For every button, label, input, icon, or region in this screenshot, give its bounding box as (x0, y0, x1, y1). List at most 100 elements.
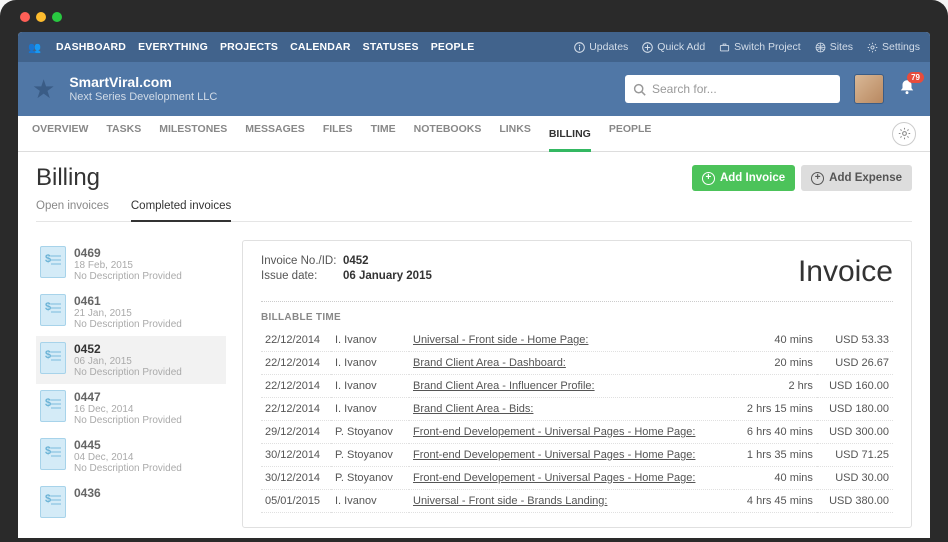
nav-everything[interactable]: EVERYTHING (138, 41, 208, 53)
bill-date: 30/12/2014 (261, 444, 331, 467)
nav-switch-project[interactable]: Switch Project (719, 41, 801, 53)
invoice-list-item[interactable]: 044504 Dec, 2014No Description Provided (36, 432, 226, 480)
bill-task[interactable]: Brand Client Area - Bids: (409, 398, 734, 421)
add-expense-button[interactable]: +Add Expense (801, 165, 912, 191)
billable-time-heading: BILLABLE TIME (261, 312, 893, 323)
invoice-no-value: 0452 (343, 255, 369, 267)
plus-circle-icon: + (702, 172, 715, 185)
invoice-desc: No Description Provided (74, 463, 182, 474)
invoice-no-label: Invoice No./ID: (261, 255, 343, 267)
nav-calendar[interactable]: CALENDAR (290, 41, 351, 53)
billable-time-table: 22/12/2014I. IvanovUniversal - Front sid… (261, 329, 893, 513)
billable-row: 22/12/2014I. IvanovUniversal - Front sid… (261, 329, 893, 352)
bill-date: 22/12/2014 (261, 375, 331, 398)
bill-date: 30/12/2014 (261, 467, 331, 490)
tab-links[interactable]: LINKS (499, 123, 531, 145)
tab-files[interactable]: FILES (323, 123, 353, 145)
avatar[interactable] (854, 74, 884, 104)
bill-person: I. Ivanov (331, 398, 409, 421)
invoice-heading: Invoice (798, 255, 893, 289)
billable-row: 29/12/2014P. StoyanovFront-end Developem… (261, 421, 893, 444)
nav-dashboard[interactable]: DASHBOARD (56, 41, 126, 53)
notifications-button[interactable]: 79 (898, 78, 916, 101)
star-icon: ★ (32, 74, 55, 105)
nav-projects[interactable]: PROJECTS (220, 41, 278, 53)
bill-duration: 40 mins (734, 467, 817, 490)
tab-notebooks[interactable]: NOTEBOOKS (414, 123, 482, 145)
bill-duration: 2 hrs (734, 375, 817, 398)
bill-amount: USD 160.00 (817, 375, 893, 398)
zoom-dot[interactable] (52, 12, 62, 22)
bill-amount: USD 380.00 (817, 490, 893, 513)
invoice-desc: No Description Provided (74, 415, 182, 426)
bill-duration: 6 hrs 40 mins (734, 421, 817, 444)
bill-amount: USD 30.00 (817, 467, 893, 490)
bill-task[interactable]: Front-end Developement - Universal Pages… (409, 467, 734, 490)
search-placeholder: Search for... (652, 82, 717, 96)
invoice-date: 21 Jan, 2015 (74, 308, 182, 319)
subnav-settings-button[interactable] (892, 122, 916, 146)
bill-duration: 2 hrs 15 mins (734, 398, 817, 421)
bill-task[interactable]: Front-end Developement - Universal Pages… (409, 421, 734, 444)
close-dot[interactable] (20, 12, 30, 22)
project-subnav: OVERVIEW TASKS MILESTONES MESSAGES FILES… (18, 116, 930, 152)
invoice-desc: No Description Provided (74, 319, 182, 330)
invoice-list-item[interactable]: 045206 Jan, 2015No Description Provided (36, 336, 226, 384)
invoice-list-item[interactable]: 046918 Feb, 2015No Description Provided (36, 240, 226, 288)
gear-icon (867, 42, 878, 53)
bill-amount: USD 71.25 (817, 444, 893, 467)
invoice-icon (40, 438, 66, 470)
bill-task[interactable]: Universal - Front side - Brands Landing: (409, 490, 734, 513)
bill-date: 22/12/2014 (261, 329, 331, 352)
invoice-date: 18 Feb, 2015 (74, 260, 182, 271)
invoice-number: 0447 (74, 390, 182, 404)
gear-icon (898, 127, 911, 140)
bill-amount: USD 53.33 (817, 329, 893, 352)
nav-people[interactable]: PEOPLE (431, 41, 475, 53)
invoice-date: 06 Jan, 2015 (74, 356, 182, 367)
nav-statuses[interactable]: STATUSES (363, 41, 419, 53)
bill-task[interactable]: Universal - Front side - Home Page: (409, 329, 734, 352)
nav-settings[interactable]: Settings (867, 41, 920, 53)
bill-person: I. Ivanov (331, 375, 409, 398)
bill-person: P. Stoyanov (331, 444, 409, 467)
tab-overview[interactable]: OVERVIEW (32, 123, 88, 145)
window-controls (18, 12, 930, 22)
billable-row: 30/12/2014P. StoyanovFront-end Developem… (261, 467, 893, 490)
bill-person: I. Ivanov (331, 352, 409, 375)
invoice-list-item[interactable]: 044716 Dec, 2014No Description Provided (36, 384, 226, 432)
tab-people[interactable]: PEOPLE (609, 123, 652, 145)
info-icon (574, 42, 585, 53)
nav-updates[interactable]: Updates (574, 41, 628, 53)
invoice-list-item[interactable]: 046121 Jan, 2015No Description Provided (36, 288, 226, 336)
project-title: SmartViral.com (69, 74, 217, 91)
bill-task[interactable]: Brand Client Area - Dashboard: (409, 352, 734, 375)
bill-date: 29/12/2014 (261, 421, 331, 444)
nav-sites[interactable]: Sites (815, 41, 853, 53)
nav-quick-add[interactable]: Quick Add (642, 41, 705, 53)
bill-person: I. Ivanov (331, 329, 409, 352)
search-input[interactable]: Search for... (625, 75, 840, 103)
tab-messages[interactable]: MESSAGES (245, 123, 305, 145)
invoice-desc: No Description Provided (74, 367, 182, 378)
people-icon[interactable]: 👥 (28, 41, 44, 54)
minimize-dot[interactable] (36, 12, 46, 22)
project-subtitle: Next Series Development LLC (69, 91, 217, 104)
invoice-list-item[interactable]: 0436 (36, 480, 226, 524)
bill-amount: USD 26.67 (817, 352, 893, 375)
plus-circle-icon: + (811, 172, 824, 185)
bill-task[interactable]: Front-end Developement - Universal Pages… (409, 444, 734, 467)
invoice-icon (40, 486, 66, 518)
invoice-date: 16 Dec, 2014 (74, 404, 182, 415)
bill-amount: USD 180.00 (817, 398, 893, 421)
tab-billing[interactable]: BILLING (549, 128, 591, 152)
project-brand[interactable]: SmartViral.com Next Series Development L… (69, 74, 217, 104)
bill-task[interactable]: Brand Client Area - Influencer Profile: (409, 375, 734, 398)
bill-duration: 1 hrs 35 mins (734, 444, 817, 467)
add-invoice-button[interactable]: +Add Invoice (692, 165, 795, 191)
tab-tasks[interactable]: TASKS (106, 123, 141, 145)
tab-time[interactable]: TIME (371, 123, 396, 145)
tab-open-invoices[interactable]: Open invoices (36, 200, 109, 221)
tab-completed-invoices[interactable]: Completed invoices (131, 200, 231, 222)
tab-milestones[interactable]: MILESTONES (159, 123, 227, 145)
